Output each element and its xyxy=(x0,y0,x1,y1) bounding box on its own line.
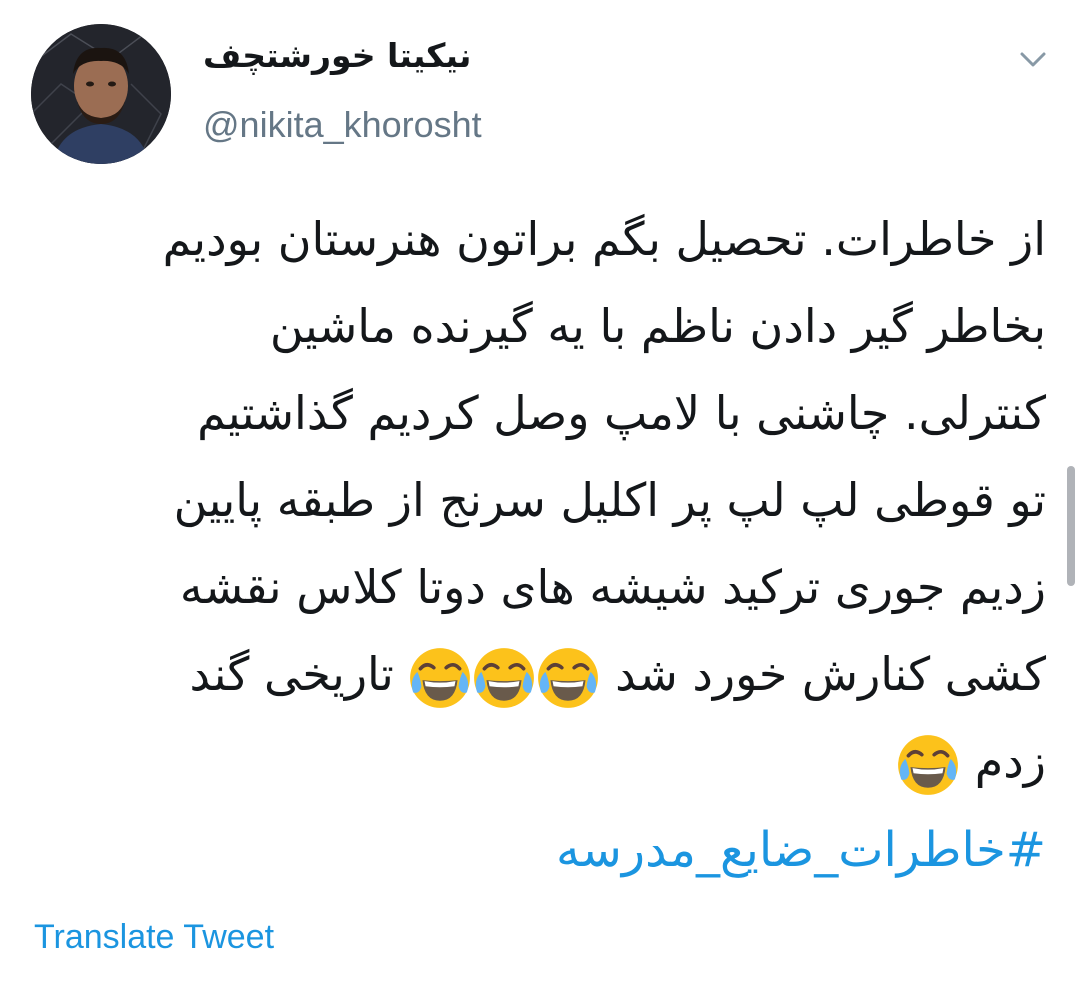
author-display-name[interactable]: نیکیتا خورشتچف xyxy=(203,36,471,75)
tweet-text-line: کشی کنارش خورد شد تاریخی گند xyxy=(34,631,1046,718)
tweet-text-line: تو قوطی لپ لپ پر اکلیل سرنج از طبقه پایی… xyxy=(173,473,1046,527)
tweet-text-segment: زدم xyxy=(960,734,1046,788)
tears-of-joy-emoji-icon xyxy=(895,732,961,798)
translate-tweet-link[interactable]: Translate Tweet xyxy=(34,918,274,957)
author-avatar[interactable] xyxy=(31,24,171,164)
tweet-card: نیکیتا خورشتچف @nikita_khorosht از خاطرا… xyxy=(0,0,1080,993)
tweet-text-segment: کشی کنارش خورد شد xyxy=(600,647,1046,701)
avatar-photo-icon xyxy=(31,24,171,164)
tweet-menu-button[interactable] xyxy=(1016,44,1050,74)
scrollbar-thumb[interactable] xyxy=(1067,466,1075,586)
tweet-text-line: زدیم جوری ترکید شیشه های دوتا کلاس نقشه xyxy=(179,560,1046,614)
tweet-body: از خاطرات. تحصیل بگم براتون هنرستان بودی… xyxy=(34,196,1046,805)
tweet-text-segment: تاریخی گند xyxy=(189,647,409,701)
hashtag-link[interactable]: #خاطرات_ضایع_مدرسه xyxy=(556,805,1046,895)
tweet-text-line: کنترلی. چاشنی با لامپ وصل کردیم گذاشتیم xyxy=(197,386,1046,440)
tweet-text-line: از خاطرات. تحصیل بگم براتون هنرستان بودی… xyxy=(162,212,1046,266)
author-handle[interactable]: @nikita_khorosht xyxy=(203,104,482,146)
tears-of-joy-emoji-icon xyxy=(471,645,537,711)
tweet-text-line: بخاطر گیر دادن ناظم با یه گیرنده ماشین xyxy=(269,299,1046,353)
tears-of-joy-emoji-icon xyxy=(535,645,601,711)
tears-of-joy-emoji-icon xyxy=(407,645,473,711)
chevron-down-icon xyxy=(1020,52,1046,67)
tweet-text-line: زدم xyxy=(34,718,1046,805)
